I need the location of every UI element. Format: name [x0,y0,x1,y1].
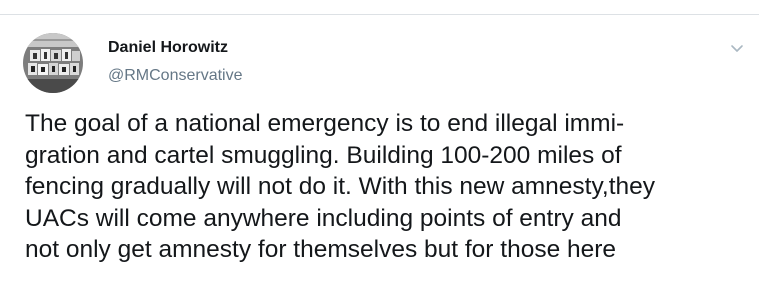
tweet-card[interactable]: Daniel Horowitz @RMConservative The goal… [0,15,759,286]
tweet-text-line: UACs will come anywhere including points… [25,204,622,232]
author-handle[interactable]: @RMConservative [108,66,243,86]
tweet-menu-button[interactable] [727,41,747,57]
tweet-text-line: not only get amnesty for themselves but … [25,236,617,263]
chevron-down-icon [731,45,743,52]
tweet-text-line: fencing gradually will not do it. With t… [25,173,656,200]
tweet-text-line: gration and cartel smuggling. Building 1… [25,141,622,169]
tweet-text-line: The goal of a national emergency is to e… [25,110,625,137]
avatar-image [23,33,83,93]
author-avatar[interactable] [23,33,83,93]
tweet-text: The goal of a national emergency is to e… [25,108,750,266]
author-display-name[interactable]: Daniel Horowitz [108,38,228,58]
tweet-screenshot: Daniel Horowitz @RMConservative The goal… [0,0,759,286]
